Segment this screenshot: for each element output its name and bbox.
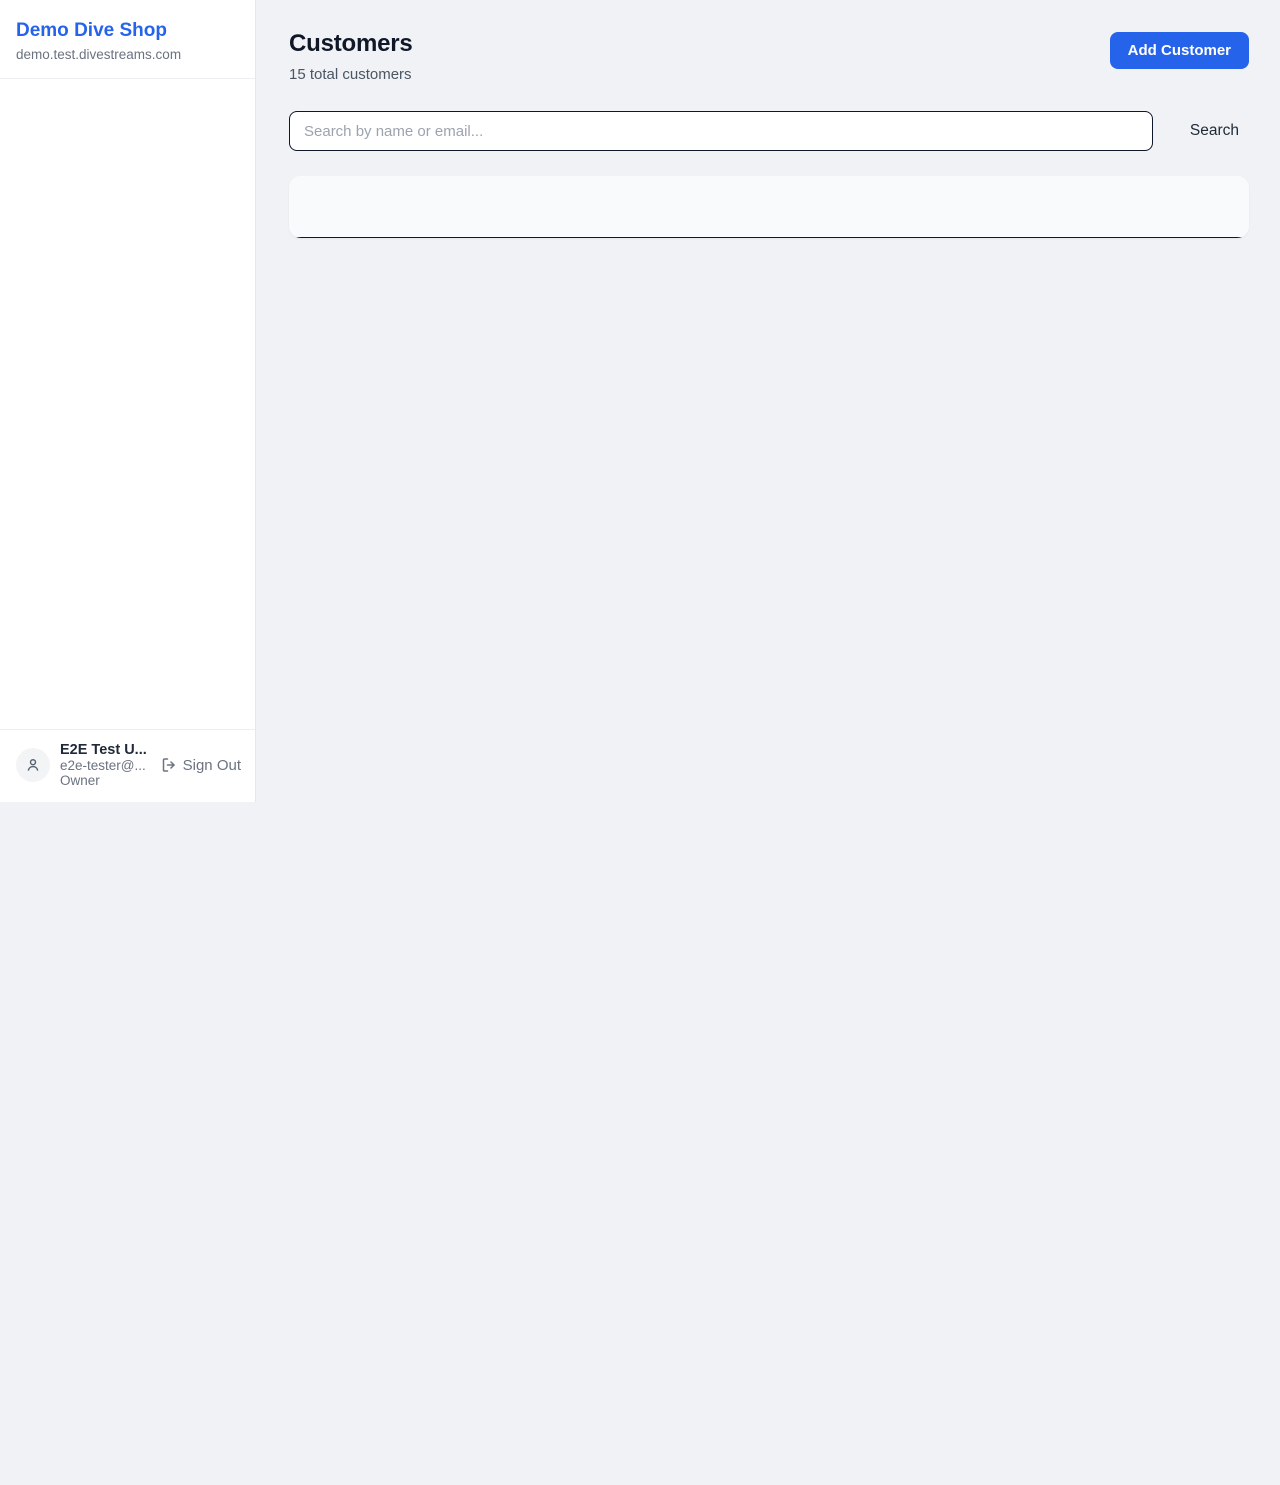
sidebar-nav [0, 79, 255, 729]
sign-out-button[interactable]: Sign Out [161, 757, 241, 774]
search-bar: Search [289, 111, 1249, 151]
customers-table [289, 176, 1249, 238]
sidebar: Demo Dive Shop demo.test.divestreams.com… [0, 0, 256, 802]
user-name: E2E Test U... [60, 742, 151, 758]
person-icon [24, 756, 42, 774]
add-customer-button[interactable]: Add Customer [1110, 32, 1249, 69]
sidebar-header: Demo Dive Shop demo.test.divestreams.com [0, 0, 255, 79]
shop-name-link[interactable]: Demo Dive Shop [16, 20, 239, 42]
avatar [16, 748, 50, 782]
page-title: Customers [289, 30, 413, 58]
user-info: E2E Test U... e2e-tester@... Owner [60, 742, 151, 788]
search-button[interactable]: Search [1180, 116, 1249, 146]
sidebar-user-footer: E2E Test U... e2e-tester@... Owner Sign … [0, 729, 255, 802]
customer-count: 15 total customers [289, 66, 413, 83]
user-role: Owner [60, 773, 151, 788]
table-header-row [289, 176, 1249, 238]
user-email: e2e-tester@... [60, 758, 151, 773]
shop-domain: demo.test.divestreams.com [16, 47, 239, 62]
main-content: Customers 15 total customers Add Custome… [257, 0, 1280, 238]
search-input[interactable] [289, 111, 1153, 151]
page-header: Customers 15 total customers Add Custome… [289, 30, 1249, 83]
sign-out-icon [161, 757, 177, 773]
